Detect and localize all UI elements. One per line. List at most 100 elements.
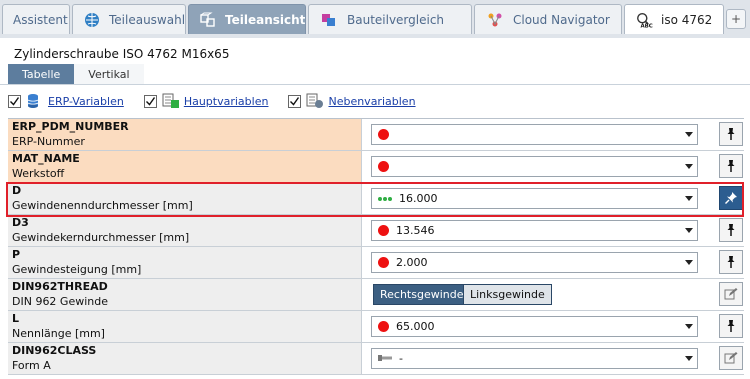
variable-name-cell: L Nennlänge [mm] [8, 311, 362, 342]
main-tab-bar: Assistent Teileauswahl Teileansicht Baut… [0, 0, 750, 38]
variable-value-cell: Rechtsgewinde Linksgewinde [363, 279, 717, 310]
pin-icon [727, 128, 735, 140]
compare-icon [319, 10, 339, 30]
status-green-icon [378, 196, 392, 201]
chevron-down-icon[interactable] [681, 221, 697, 240]
table-row: MAT_NAME Werkstoff [8, 151, 744, 183]
variable-filters: ERP-Variablen Hauptvariablen Nebenvariab… [8, 92, 436, 110]
value-dropdown[interactable]: 65.000 [371, 316, 698, 337]
nebenvariablen-checkbox[interactable] [288, 94, 302, 108]
pin-button[interactable] [719, 154, 743, 178]
edit-button[interactable] [719, 282, 743, 306]
cloud-navigator-icon [485, 10, 505, 30]
variable-name-cell: DIN962THREAD DIN 962 Gewinde [8, 279, 362, 310]
part-title: Zylinderschraube ISO 4762 M16x65 [14, 47, 230, 61]
filter-hauptvariablen: Hauptvariablen [143, 93, 269, 109]
variable-description: Gewindekerndurchmesser [mm] [12, 231, 190, 244]
add-tab-button[interactable]: + [726, 9, 746, 29]
variable-description: DIN 962 Gewinde [12, 295, 108, 308]
variable-name-cell: P Gewindesteigung [mm] [8, 247, 362, 278]
chevron-down-icon[interactable] [681, 125, 697, 144]
variable-description: Gewindesteigung [mm] [12, 263, 142, 276]
subtab-label: Vertikal [88, 67, 130, 81]
value-dropdown[interactable] [371, 156, 698, 177]
variable-key: D3 [12, 216, 29, 229]
edit-button[interactable] [719, 346, 743, 370]
chevron-down-icon[interactable] [681, 253, 697, 272]
tab-teileansicht[interactable]: Teileansicht [188, 4, 306, 34]
variables-table: ERP_PDM_NUMBER ERP-Nummer MAT_NAME Werks… [8, 118, 744, 379]
variable-value-cell [363, 151, 717, 182]
pin-button-active[interactable] [719, 186, 743, 210]
value-dropdown[interactable]: 16.000 [371, 188, 698, 209]
subtab-label: Tabelle [22, 67, 61, 81]
filter-nebenvariablen: Nebenvariablen [288, 93, 416, 109]
variable-description: Form A [12, 359, 51, 372]
tab-label: Cloud Navigator [513, 12, 610, 27]
value-dropdown[interactable]: 13.546 [371, 220, 698, 241]
erp-variablen-checkbox[interactable] [8, 94, 21, 108]
pin-button[interactable] [719, 250, 743, 274]
svg-text:ABC: ABC [640, 23, 652, 29]
erp-variablen-link[interactable]: ERP-Variablen [48, 95, 124, 108]
value-dropdown[interactable]: 2.000 [371, 252, 698, 273]
variable-key: MAT_NAME [12, 152, 80, 165]
value-dropdown[interactable] [371, 124, 698, 145]
tab-teileauswahl[interactable]: Teileauswahl [72, 4, 186, 34]
abc-search-icon: ABC [635, 10, 655, 30]
variable-key: DIN962THREAD [12, 280, 108, 293]
pin-button[interactable] [719, 314, 743, 338]
table-row: ERP_PDM_NUMBER ERP-Nummer [8, 119, 744, 151]
variable-value-cell: 2.000 [363, 247, 717, 278]
variable-name-cell: D3 Gewindekerndurchmesser [mm] [8, 215, 362, 246]
pin-button[interactable] [719, 122, 743, 146]
globe-icon [83, 10, 101, 30]
table-row: DIN962CLASS Form A - [8, 343, 744, 375]
hauptvariablen-link[interactable]: Hauptvariablen [184, 95, 269, 108]
hauptvariablen-checkbox[interactable] [143, 94, 157, 108]
nebenvariablen-link[interactable]: Nebenvariablen [328, 95, 415, 108]
value-text: 2.000 [396, 256, 428, 269]
tab-search-iso-4762[interactable]: ABC iso 4762 [624, 4, 724, 34]
variable-name-cell: DIN962CLASS Form A [8, 343, 362, 374]
tab-label: Teileauswahl [109, 12, 186, 27]
status-red-icon [378, 225, 389, 236]
screw-icon [378, 352, 392, 365]
database-icon [26, 93, 44, 109]
status-red-icon [378, 321, 389, 332]
table-row: D3 Gewindekerndurchmesser [mm] 13.546 [8, 215, 744, 247]
chevron-down-icon[interactable] [681, 189, 697, 208]
tab-cloud-navigator[interactable]: Cloud Navigator [474, 4, 622, 34]
pin-icon [727, 320, 735, 332]
status-red-icon [378, 161, 389, 172]
value-text: 13.546 [396, 224, 435, 237]
plus-icon: + [730, 12, 742, 26]
variable-description: Gewindenenndurchmesser [mm] [12, 199, 193, 212]
chevron-down-icon[interactable] [681, 349, 697, 368]
pin-icon [727, 224, 735, 236]
chevron-down-icon[interactable] [681, 317, 697, 336]
pin-icon [727, 160, 735, 172]
table-row: P Gewindesteigung [mm] 2.000 [8, 247, 744, 279]
value-dropdown[interactable]: - [371, 348, 698, 369]
status-red-icon [378, 129, 389, 140]
edit-icon [724, 288, 738, 300]
variable-name-cell: ERP_PDM_NUMBER ERP-Nummer [8, 119, 362, 150]
tab-label: Bauteilvergleich [347, 12, 445, 27]
tab-assistent[interactable]: Assistent [2, 4, 70, 34]
subtab-vertikal[interactable]: Vertikal [74, 64, 144, 84]
tab-bauteilvergleich[interactable]: Bauteilvergleich [308, 4, 472, 34]
pin-button[interactable] [719, 218, 743, 242]
tab-label: Teileansicht [225, 12, 306, 27]
table-row-selected: D Gewindenenndurchmesser [mm] 16.000 [8, 183, 744, 215]
linksgewinde-button[interactable]: Linksgewinde [463, 284, 552, 305]
parts-view-icon [199, 10, 217, 30]
subtab-tabelle[interactable]: Tabelle [8, 64, 75, 84]
variable-value-cell: 65.000 [363, 311, 717, 342]
main-variables-icon [162, 93, 180, 109]
view-subtabs: Tabelle Vertikal [8, 64, 144, 84]
status-red-icon [378, 257, 389, 268]
chevron-down-icon[interactable] [681, 157, 697, 176]
value-text: - [399, 352, 403, 365]
rechtsgewinde-button[interactable]: Rechtsgewinde [373, 284, 471, 305]
